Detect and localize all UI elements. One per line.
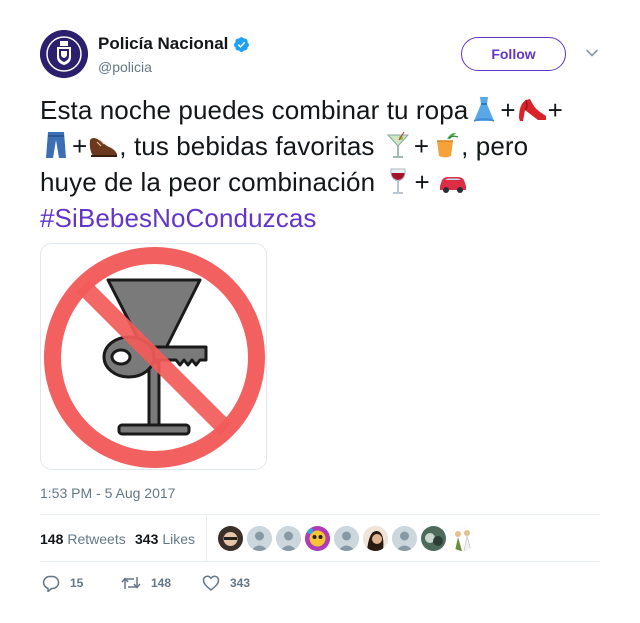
plus-sign: + [414, 167, 438, 197]
liker-avatars [218, 526, 479, 552]
plus-sign: + [500, 95, 516, 125]
dress-emoji [474, 97, 495, 122]
retweet-count: 148 [40, 531, 64, 547]
plus-sign: + [72, 131, 88, 161]
tweet-text-line2: , tus bebidas favoritas [119, 131, 382, 161]
like-action[interactable]: 343 [202, 574, 250, 592]
liker-avatar[interactable] [363, 526, 388, 551]
retweet-label: Retweets [67, 531, 126, 547]
hashtag-link[interactable]: #SiBebesNoConduzcas [40, 203, 317, 233]
tweet-timestamp[interactable]: 1:53 PM - 5 Aug 2017 [40, 484, 175, 502]
tweet-text-line2-end: , pero [461, 131, 529, 161]
like-label: Likes [162, 531, 196, 547]
display-name[interactable]: Policía Nacional [98, 34, 250, 54]
follow-button[interactable]: Follow [461, 37, 566, 71]
tropical-drink-emoji [437, 132, 459, 158]
tweet-actions: 15 148 343 [40, 574, 600, 594]
plus-sign: + [547, 95, 563, 125]
shoe-emoji [90, 138, 118, 157]
reply-action[interactable]: 15 [42, 574, 83, 592]
wine-glass-emoji [390, 168, 407, 194]
like-action-count: 343 [230, 576, 251, 590]
like-stat[interactable]: 343 Likes [135, 530, 195, 548]
plus-sign: + [413, 131, 430, 161]
engagement-stats: 148 Retweets 343 Likes [40, 514, 600, 562]
retweet-action[interactable]: 148 [121, 574, 171, 592]
tweet-text-line3: huye de la peor combinación [40, 167, 383, 197]
tweet-image[interactable] [40, 243, 267, 470]
tweet-header: Policía Nacional @policia Follow [40, 30, 600, 80]
high-heel-emoji [518, 99, 546, 121]
chevron-down-icon[interactable] [585, 46, 599, 60]
retweet-icon [121, 577, 141, 589]
stats-divider [206, 515, 207, 562]
verified-badge-icon [234, 36, 250, 52]
police-badge-icon [40, 30, 88, 78]
user-names: Policía Nacional @policia [98, 34, 250, 76]
display-name-text[interactable]: Policía Nacional [98, 34, 228, 54]
liker-avatar[interactable] [247, 526, 272, 551]
liker-avatar[interactable] [450, 526, 475, 551]
reply-icon [42, 575, 60, 592]
tweet-text: Esta noche puedes combinar tu ropa + + +… [40, 92, 610, 236]
user-handle[interactable]: @policia [98, 58, 250, 76]
no-drinking-and-driving-image [41, 244, 266, 469]
cocktail-emoji [386, 131, 409, 158]
liker-avatar[interactable] [421, 526, 446, 551]
avatar[interactable] [40, 30, 88, 78]
retweet-action-count: 148 [151, 576, 172, 590]
heart-icon [202, 575, 220, 591]
jeans-emoji [46, 132, 66, 158]
like-count: 343 [135, 531, 159, 547]
tweet-text-line1: Esta noche puedes combinar tu ropa [40, 95, 469, 125]
liker-avatar[interactable] [276, 526, 301, 551]
reply-count: 15 [70, 576, 84, 590]
liker-avatar[interactable] [392, 526, 417, 551]
liker-avatar[interactable] [334, 526, 359, 551]
liker-avatar[interactable] [305, 526, 330, 551]
liker-avatar[interactable] [218, 526, 243, 551]
car-emoji [440, 177, 467, 193]
retweet-stat[interactable]: 148 Retweets [40, 530, 126, 548]
